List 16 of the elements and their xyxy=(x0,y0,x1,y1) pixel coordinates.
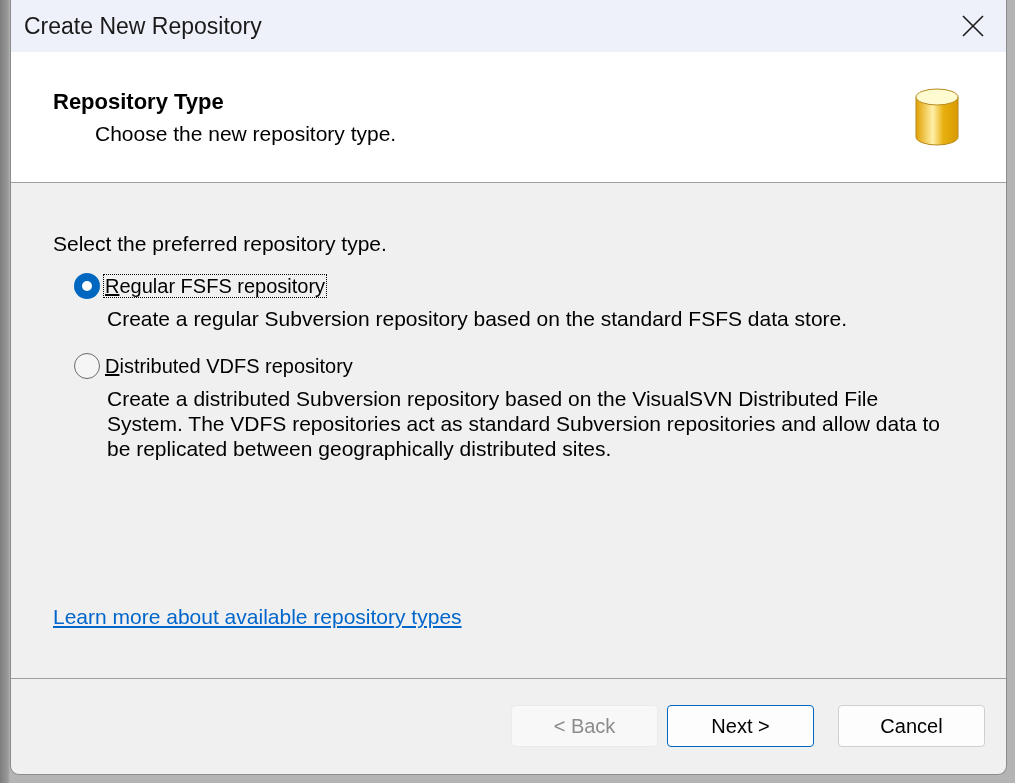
page-title: Repository Type xyxy=(53,88,224,116)
page-subtitle: Choose the new repository type. xyxy=(95,121,397,147)
option-description: Create a distributed Subversion repository based on the VisualSVN Distributed File System. The VDFS repositories act as standard Subversion repositories and allow data to be replicated between geographically distributed sites. xyxy=(107,386,942,461)
close-button[interactable] xyxy=(961,14,985,38)
dialog-button[interactable]: Next > xyxy=(667,705,814,747)
radio-button[interactable] xyxy=(74,353,100,379)
help-link[interactable]: Learn more about available repository types xyxy=(53,604,462,629)
window-title: Create New Repository xyxy=(24,12,262,40)
database-icon xyxy=(915,88,959,146)
option-description: Create a regular Subversion repository based on the standard FSFS data store. xyxy=(107,306,848,331)
close-icon xyxy=(962,15,984,37)
radio-button[interactable] xyxy=(74,273,100,299)
radio-label[interactable]: Distributed VDFS repository xyxy=(104,355,354,377)
radio-label[interactable]: Regular FSFS repository xyxy=(104,275,327,297)
prompt-text: Select the preferred repository type. xyxy=(53,231,387,256)
dialog-button[interactable]: Cancel xyxy=(838,705,985,747)
